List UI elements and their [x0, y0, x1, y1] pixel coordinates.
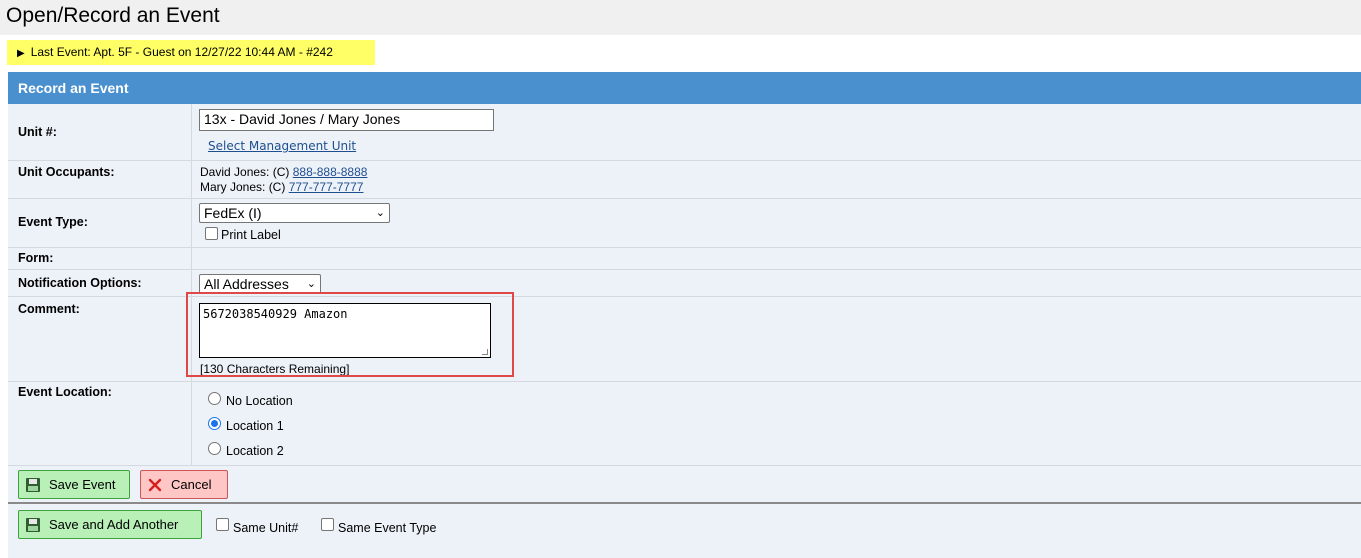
close-icon	[148, 478, 162, 492]
last-event-toggle[interactable]: ▶ Last Event: Apt. 5F - Guest on 12/27/22…	[7, 40, 375, 65]
button-divider	[8, 502, 1361, 504]
last-event-text: Last Event: Apt. 5F - Guest on 12/27/22 …	[30, 45, 333, 59]
occupant-item: Mary Jones: (C) 777-777-7777	[200, 180, 363, 194]
same-event-type-label: Same Event Type	[338, 521, 437, 535]
row-divider	[8, 381, 1361, 382]
event-type-label: Event Type:	[18, 215, 88, 229]
occupant-phone-link[interactable]: 888-888-8888	[293, 165, 368, 179]
same-unit-checkbox[interactable]	[216, 518, 229, 531]
print-label-checkbox[interactable]	[205, 227, 218, 240]
row-divider	[8, 269, 1361, 270]
save-event-button[interactable]: Save Event	[18, 470, 130, 499]
unit-input[interactable]: 13x - David Jones / Mary Jones	[199, 109, 494, 131]
radio-location-2[interactable]	[208, 442, 221, 455]
page-header: Open/Record an Event	[0, 0, 1361, 35]
annotation-highlight-box	[186, 292, 514, 377]
floppy-disk-icon	[26, 518, 40, 532]
comment-label: Comment:	[18, 302, 80, 316]
expand-triangle-icon: ▶	[17, 48, 25, 59]
column-divider	[191, 104, 192, 465]
occupant-phone-link[interactable]: 777-777-7777	[289, 180, 364, 194]
radio-label: No Location	[226, 394, 293, 408]
radio-location-1[interactable]	[208, 417, 221, 430]
print-label-text: Print Label	[221, 228, 281, 242]
row-divider	[8, 465, 1361, 466]
event-type-select[interactable]: FedEx (I) ⌄	[199, 203, 390, 223]
occupant-item: David Jones: (C) 888-888-8888	[200, 165, 367, 179]
radio-label: Location 1	[226, 419, 284, 433]
row-divider	[8, 247, 1361, 248]
floppy-disk-icon	[26, 478, 40, 492]
event-location-label: Event Location:	[18, 385, 112, 399]
form-label: Form:	[18, 251, 54, 265]
radio-label: Location 2	[226, 444, 284, 458]
occupant-name: David Jones: (C)	[200, 165, 290, 179]
cancel-button[interactable]: Cancel	[140, 470, 228, 499]
page-title: Open/Record an Event	[6, 4, 220, 27]
panel-title: Record an Event	[8, 72, 1361, 104]
occupants-label: Unit Occupants:	[18, 165, 115, 179]
row-divider	[8, 160, 1361, 161]
unit-label: Unit #:	[18, 125, 57, 139]
save-and-add-another-button[interactable]: Save and Add Another	[18, 510, 202, 539]
same-unit-label: Same Unit#	[233, 521, 299, 535]
select-management-unit-link[interactable]: Select Management Unit	[208, 139, 356, 153]
chevron-down-icon: ⌄	[375, 207, 385, 219]
save-and-add-label: Save and Add Another	[49, 517, 179, 532]
notification-value: All Addresses	[204, 276, 289, 292]
radio-no-location[interactable]	[208, 392, 221, 405]
notification-label: Notification Options:	[18, 276, 142, 290]
record-event-panel: Record an Event Unit #: 13x - David Jone…	[8, 72, 1361, 558]
event-type-value: FedEx (I)	[204, 205, 262, 221]
chevron-down-icon: ⌄	[306, 278, 316, 290]
notification-select[interactable]: All Addresses ⌄	[199, 274, 321, 294]
row-divider	[8, 198, 1361, 199]
same-event-type-checkbox[interactable]	[321, 518, 334, 531]
occupant-name: Mary Jones: (C)	[200, 180, 286, 194]
cancel-label: Cancel	[171, 477, 212, 492]
save-event-label: Save Event	[49, 477, 116, 492]
